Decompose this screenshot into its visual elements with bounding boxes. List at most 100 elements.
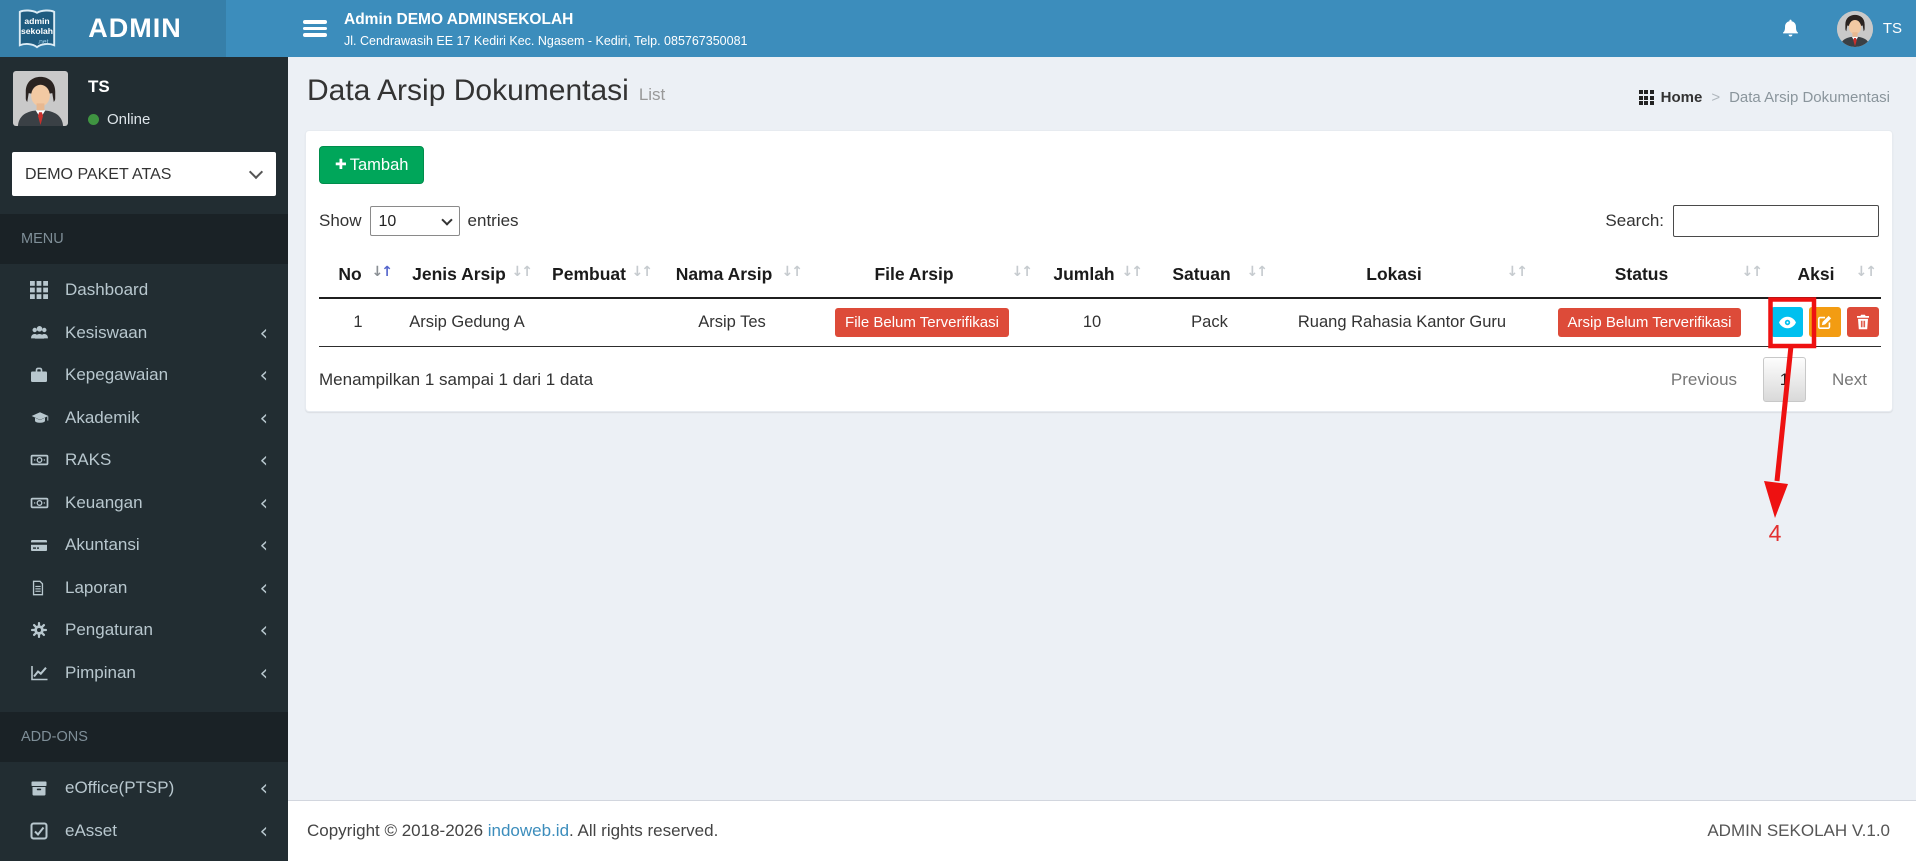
sort-icon: ↓↑	[631, 264, 653, 280]
column-header-pembuat[interactable]: Pembuat ↓↑	[537, 251, 657, 299]
sidebar-toggle-button[interactable]	[303, 17, 327, 40]
page-length-select[interactable]: 10	[369, 206, 460, 236]
notifications-bell-icon[interactable]	[1780, 18, 1801, 39]
briefcase-icon	[30, 366, 52, 385]
addons-section-header: ADD-ONS	[0, 712, 288, 762]
arsip-table: No ↓↑ Jenis Arsip ↓↑ Pembuat ↓↑ Nama Arsip ↓…	[319, 251, 1881, 347]
package-select[interactable]: DEMO PAKET ATAS	[12, 152, 276, 196]
sidebar: TS Online DEMO PAKET ATAS MENU Dashboard…	[0, 57, 288, 861]
top-navbar: admin sekolah .net ADMIN Admin DEMO ADMI…	[0, 0, 1916, 57]
sidebar-user-name: TS	[88, 77, 110, 96]
sidebar-item-keuangan[interactable]: Keuangan ‹	[0, 482, 288, 525]
sidebar-item-raks[interactable]: RAKS ‹	[0, 439, 288, 482]
sidebar-menu: Dashboard Kesiswaan ‹ Kepegawaian ‹ Akad…	[0, 264, 288, 694]
tambah-button[interactable]: ✚ Tambah	[319, 146, 425, 184]
sidebar-item-pengaturan[interactable]: Pengaturan ‹	[0, 609, 288, 652]
gear-icon	[30, 621, 52, 640]
cell-lokasi: Ruang Rahasia Kantor Guru	[1272, 298, 1532, 347]
eye-icon	[1778, 316, 1796, 329]
sidebar-item-dashboard[interactable]: Dashboard	[0, 269, 288, 312]
footer: Copyright © 2018-2026 indoweb.id. All ri…	[288, 800, 1916, 861]
adminsekolah-book-icon: admin sekolah .net	[18, 9, 56, 48]
search-control: Search:	[1605, 205, 1879, 237]
chevron-left-icon: ‹	[259, 448, 268, 473]
brand-logo[interactable]: admin sekolah .net ADMIN	[0, 0, 226, 57]
column-header-jumlah[interactable]: Jumlah ↓↑	[1037, 251, 1147, 299]
pagination-page-1[interactable]: 1	[1763, 357, 1807, 402]
trash-icon	[1857, 315, 1869, 330]
sidebar-item-pimpinan[interactable]: Pimpinan ‹	[0, 652, 288, 695]
table-header-row: No ↓↑ Jenis Arsip ↓↑ Pembuat ↓↑ Nama Arsip ↓…	[319, 251, 1881, 299]
chevron-left-icon: ‹	[259, 575, 268, 600]
sort-asc-icon: ↓↑	[371, 264, 393, 280]
app-version: ADMIN SEKOLAH V.1.0	[1707, 821, 1890, 840]
sidebar-item-easset[interactable]: eAsset ‹	[0, 810, 288, 853]
column-header-lokasi[interactable]: Lokasi ↓↑	[1272, 251, 1532, 299]
money-bill-icon	[30, 451, 52, 470]
column-header-status[interactable]: Status ↓↑	[1532, 251, 1767, 299]
sidebar-item-akademik[interactable]: Akademik ‹	[0, 397, 288, 440]
column-header-nama-arsip[interactable]: Nama Arsip ↓↑	[657, 251, 807, 299]
brand-title: ADMIN	[88, 13, 182, 43]
copyright-text: Copyright © 2018-2026	[307, 821, 488, 840]
breadcrumb-separator: >	[1711, 89, 1721, 106]
chevron-left-icon: ‹	[259, 660, 268, 685]
arsip-status-badge: Arsip Belum Terverifikasi	[1557, 307, 1742, 337]
chevron-left-icon: ‹	[259, 490, 268, 515]
pagination-previous[interactable]: Previous	[1659, 362, 1749, 398]
sidebar-item-akuntansi[interactable]: Akuntansi ‹	[0, 524, 288, 567]
chevron-left-icon: ‹	[259, 776, 268, 801]
cell-nama-arsip: Arsip Tes	[657, 298, 807, 347]
sidebar-item-laporan[interactable]: Laporan ‹	[0, 567, 288, 610]
file-status-badge: File Belum Terverifikasi	[835, 307, 1009, 337]
sidebar-user-avatar-image	[13, 71, 68, 126]
cell-status: Arsip Belum Terverifikasi	[1532, 298, 1767, 347]
edit-button[interactable]	[1809, 307, 1841, 338]
navbar-main: Admin DEMO ADMINSEKOLAH Jl. Cendrawasih …	[226, 0, 1916, 57]
user-avatar[interactable]	[1836, 10, 1873, 47]
chevron-left-icon: ‹	[259, 618, 268, 643]
chart-line-icon	[30, 663, 52, 682]
package-select-wrap: DEMO PAKET ATAS	[12, 152, 276, 196]
sidebar-user-status: Online	[88, 111, 150, 128]
content-header: Data Arsip Dokumentasi List Home > Data …	[288, 57, 1916, 130]
sidebar-item-kepegawaian[interactable]: Kepegawaian ‹	[0, 354, 288, 397]
plus-icon: ✚	[335, 157, 347, 173]
sidebar-item-kesiswaan[interactable]: Kesiswaan ‹	[0, 312, 288, 355]
pagination-next[interactable]: Next	[1820, 362, 1879, 398]
column-header-satuan[interactable]: Satuan ↓↑	[1147, 251, 1272, 299]
school-name: Admin DEMO ADMINSEKOLAH	[344, 11, 574, 28]
indoweb-link[interactable]: indoweb.id	[488, 821, 569, 840]
page-subtitle: List	[638, 85, 666, 104]
sidebar-item-eoffice[interactable]: eOffice(PTSP) ‹	[0, 767, 288, 810]
column-header-file-arsip[interactable]: File Arsip ↓↑	[807, 251, 1037, 299]
chevron-left-icon: ‹	[259, 363, 268, 388]
money-bill-icon	[30, 493, 52, 512]
annotation-step-number: 4	[1768, 520, 1782, 546]
svg-text:.net: .net	[37, 38, 48, 45]
search-input[interactable]	[1673, 205, 1879, 237]
graduation-cap-icon	[30, 408, 52, 427]
school-address: Jl. Cendrawasih EE 17 Kediri Kec. Ngasem…	[344, 34, 748, 48]
chevron-left-icon: ‹	[259, 405, 268, 430]
sort-icon: ↓↑	[1246, 264, 1268, 280]
sort-icon: ↓↑	[1011, 264, 1033, 280]
column-header-aksi[interactable]: Aksi ↓↑	[1767, 251, 1881, 299]
cell-aksi	[1767, 298, 1881, 347]
sort-icon: ↓↑	[1506, 264, 1528, 280]
user-initials[interactable]: TS	[1883, 20, 1902, 37]
sort-icon: ↓↑	[1741, 264, 1763, 280]
students-users-icon	[30, 323, 52, 342]
table-info-text: Menampilkan 1 sampai 1 dari 1 data	[319, 369, 594, 389]
sort-icon: ↓↑	[1855, 264, 1877, 280]
chevron-left-icon: ‹	[259, 818, 268, 843]
chevron-left-icon: ‹	[259, 320, 268, 345]
breadcrumb-home-link[interactable]: Home	[1661, 89, 1703, 106]
cell-file-arsip: File Belum Terverifikasi	[807, 298, 1037, 347]
view-button[interactable]	[1771, 307, 1803, 338]
credit-card-icon	[30, 536, 52, 555]
column-header-no[interactable]: No ↓↑	[319, 251, 397, 299]
column-header-jenis-arsip[interactable]: Jenis Arsip ↓↑	[397, 251, 537, 299]
cell-no: 1	[319, 298, 397, 347]
delete-button[interactable]	[1847, 307, 1879, 338]
